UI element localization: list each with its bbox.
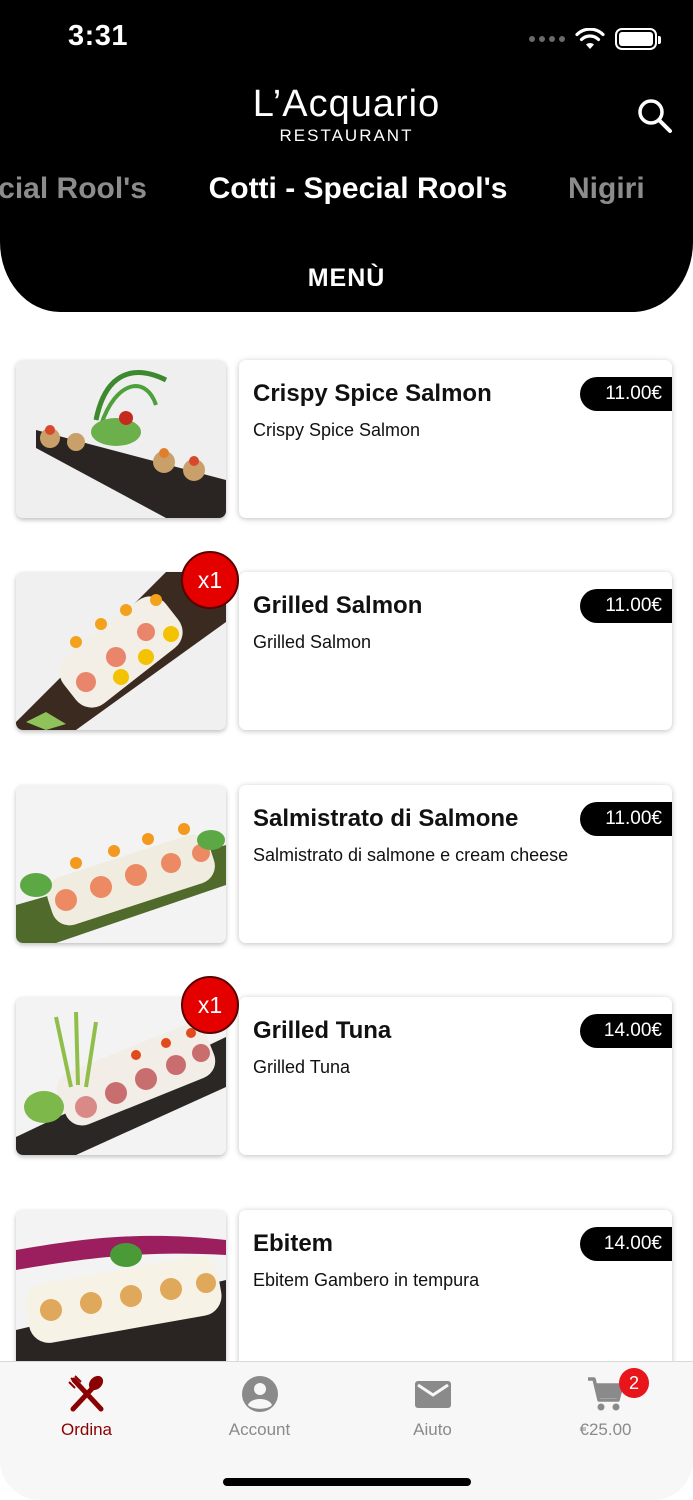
tab-account-label: Account: [228, 1420, 291, 1439]
item-card[interactable]: Salmistrato di Salmone Salmistrato di sa…: [239, 785, 672, 943]
item-card[interactable]: Grilled Salmon Grilled Salmon 11.00€: [239, 572, 672, 730]
signal-icon: [529, 36, 565, 42]
app-header: 3:31 L’Acquario RESTAURANT ecial Rool's …: [0, 0, 693, 312]
price-tag: 14.00€: [580, 1014, 672, 1048]
item-title: Grilled Salmon: [253, 592, 423, 619]
brand-logo: L’Acquario RESTAURANT: [0, 84, 693, 146]
cart-count-badge: 2: [619, 1368, 649, 1398]
item-photo: [16, 360, 226, 518]
brand-name: L’Acquario: [252, 83, 441, 125]
quantity-badge: x1: [181, 976, 239, 1034]
user-circle-icon: [241, 1376, 278, 1412]
item-title: Crispy Spice Salmon: [253, 380, 492, 407]
menu-item[interactable]: Ebitem Ebitem Gambero in tempura 14.00€: [0, 1210, 693, 1368]
status-indicators: [529, 26, 661, 52]
item-title: Grilled Tuna: [253, 1017, 392, 1044]
item-description: Grilled Tuna: [253, 1057, 351, 1077]
battery-icon: [615, 28, 661, 50]
item-photo: [16, 785, 226, 943]
search-button[interactable]: [636, 97, 674, 135]
item-title: Ebitem: [253, 1230, 334, 1257]
item-card[interactable]: Crispy Spice Salmon Crispy Spice Salmon …: [239, 360, 672, 518]
menu-item[interactable]: x1 Grilled Tuna Grilled Tuna 14.00€: [0, 976, 693, 1155]
item-description: Ebitem Gambero in tempura: [253, 1270, 480, 1290]
item-title: Salmistrato di Salmone: [253, 805, 519, 832]
price-tag: 11.00€: [580, 802, 672, 836]
tab-account[interactable]: Account: [173, 1374, 346, 1440]
price-tag: 11.00€: [580, 589, 672, 623]
item-description: Salmistrato di salmone e cream cheese: [253, 845, 569, 865]
status-time: 3:31: [68, 20, 129, 52]
brand-subtitle: RESTAURANT: [279, 126, 414, 145]
wifi-icon: [575, 28, 605, 49]
menu-item[interactable]: x1 Grilled Salmon Grilled Salmon 11.00€: [0, 551, 693, 730]
item-description: Crispy Spice Salmon: [253, 420, 421, 440]
cart-total-label: €25.00: [579, 1420, 632, 1439]
item-description: Grilled Salmon: [253, 632, 372, 652]
tab-order[interactable]: Ordina: [0, 1374, 173, 1440]
tab-help[interactable]: Aiuto: [346, 1374, 519, 1440]
envelope-icon: [414, 1381, 451, 1408]
category-tabs: ecial Rool's Cotti - Special Rool's Nigi…: [0, 172, 693, 218]
tab-help-label: Aiuto: [413, 1420, 452, 1439]
tab-order-label: Ordina: [60, 1420, 113, 1439]
item-card[interactable]: Grilled Tuna Grilled Tuna 14.00€: [239, 997, 672, 1155]
price-tag: 11.00€: [580, 377, 672, 411]
menu-item[interactable]: Crispy Spice Salmon Crispy Spice Salmon …: [0, 360, 693, 518]
item-card[interactable]: Ebitem Ebitem Gambero in tempura 14.00€: [239, 1210, 672, 1368]
price-tag: 14.00€: [580, 1227, 672, 1261]
menu-item[interactable]: Salmistrato di Salmone Salmistrato di sa…: [0, 785, 693, 943]
tab-cart[interactable]: €25.00: [519, 1374, 692, 1440]
menu-label: MENÙ: [307, 264, 386, 292]
search-icon: [638, 99, 672, 133]
home-indicator: [223, 1478, 471, 1486]
fork-knife-icon: [67, 1375, 103, 1412]
quantity-badge: x1: [181, 551, 239, 609]
tab-category-next[interactable]: Nigiri: [568, 172, 645, 206]
item-photo: [16, 1210, 226, 1368]
